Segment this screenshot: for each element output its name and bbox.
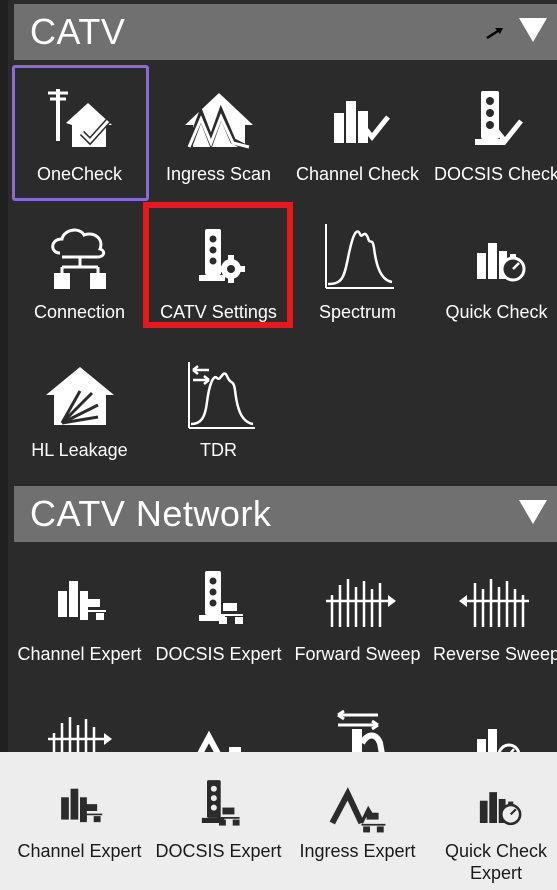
bottom-tile-ingress-expert[interactable]: Ingress Expert [288,752,427,890]
pointer-arrow-icon [486,27,503,40]
channel-expert-icon [10,560,149,640]
tile-label: Ingress Scan [165,164,272,184]
tile-label: DOCSIS Expert [155,644,282,664]
bottom-quick-launch-bar: Channel Expert DOCSIS Expert Ingress Exp… [0,752,557,890]
bottom-tile-docsis-expert[interactable]: DOCSIS Expert [149,752,288,890]
spectrum-icon [288,218,427,298]
tile-label: HL Leakage [31,440,128,460]
cloud-network-icon [10,218,149,298]
tile-label: TDR [200,440,237,460]
tile-label: Connection [33,302,126,322]
tile-spectrum[interactable]: Spectrum [288,204,427,338]
tile-ingress-scan[interactable]: Ingress Scan [149,66,288,200]
tile-label: Quick Check Expert [444,841,548,883]
tile-label: Reverse Sweep [432,644,557,664]
tile-forward-sweep[interactable]: Forward Sweep [288,546,427,680]
tile-label: Forward Sweep [294,644,421,664]
tile-label: Ingress Expert [299,841,416,861]
docsis-check-icon [427,80,557,160]
tile-label: Quick Check [445,302,548,322]
tile-hl-leakage[interactable]: HL Leakage [10,342,149,476]
ingress-scan-icon [149,80,288,160]
section-header-catv[interactable]: CATV [14,4,557,60]
channel-check-icon [288,80,427,160]
tile-docsis-check[interactable]: DOCSIS Check [427,66,557,200]
tile-channel-check[interactable]: Channel Check [288,66,427,200]
tile-reverse-sweep[interactable]: Reverse Sweep [427,546,557,680]
tile-label: DOCSIS Check [433,164,557,184]
tile-quick-check[interactable]: Quick Check [427,204,557,338]
house-leakage-icon [10,356,149,436]
tile-label: Channel Check [295,164,420,184]
tile-channel-expert[interactable]: Channel Expert [10,546,149,680]
collapse-triangle-icon[interactable] [519,18,547,42]
reverse-sweep-icon [427,560,557,640]
channel-expert-icon [10,770,149,840]
tile-label: Channel Expert [17,841,142,861]
tile-label: Spectrum [318,302,397,322]
tdr-icon [149,356,288,436]
app-screen: CATV OneCheck Ingress Scan Channel Check… [0,0,557,890]
collapse-triangle-icon[interactable] [519,500,547,524]
quick-check-icon [427,218,557,298]
section-header-catv-network[interactable]: CATV Network [14,486,557,542]
bottom-tile-channel-expert[interactable]: Channel Expert [10,752,149,890]
docsis-expert-icon [149,560,288,640]
section-title: CATV [30,11,126,52]
quick-check-icon [427,770,557,840]
forward-sweep-icon [288,560,427,640]
tile-label: Channel Expert [17,644,142,664]
tile-tdr[interactable]: TDR [149,342,288,476]
red-highlight-box [143,202,293,328]
selection-highlight [12,65,149,201]
bottom-tile-quick-check-expert[interactable]: Quick Check Expert [427,752,557,890]
ingress-expert-icon [288,770,427,840]
tile-docsis-expert[interactable]: DOCSIS Expert [149,546,288,680]
section-title: CATV Network [30,493,272,534]
tile-connection[interactable]: Connection [10,204,149,338]
docsis-expert-icon [149,770,288,840]
tile-label: DOCSIS Expert [155,841,282,861]
